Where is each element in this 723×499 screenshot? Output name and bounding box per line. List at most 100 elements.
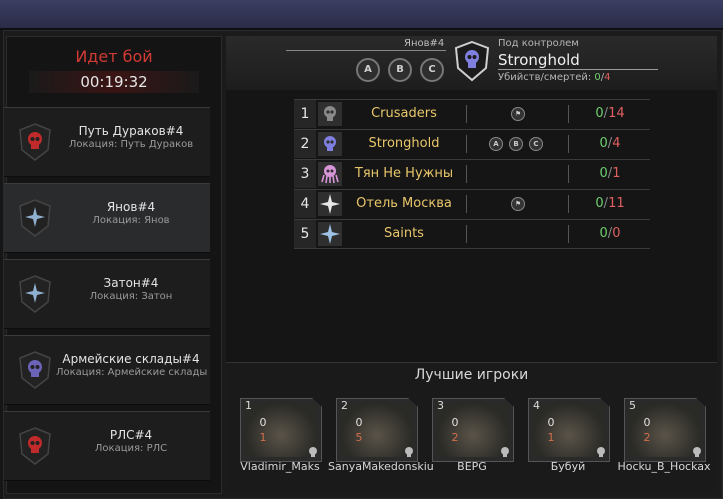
- divider: [568, 225, 569, 243]
- deaths-value: 11: [608, 196, 625, 211]
- clan-name: Stronghold: [368, 136, 440, 151]
- player-card[interactable]: 4 0 1: [528, 398, 610, 462]
- deaths-value: 5: [355, 431, 363, 444]
- score: 0/1: [570, 160, 650, 188]
- kills-value: 0: [355, 416, 363, 429]
- skull-icon: [693, 447, 701, 457]
- table-row: 1 Crusaders ⚑ 0/14: [294, 99, 650, 128]
- location-name: Затон#4: [103, 276, 159, 290]
- table-row: 5 Saints 0/0: [294, 219, 650, 249]
- location-item[interactable]: РЛС#4 Локация: РЛС: [4, 411, 210, 481]
- blue-star-icon: [19, 275, 51, 313]
- kills-value: 0: [451, 416, 459, 429]
- player-rank: 4: [533, 399, 540, 412]
- skull-icon: [405, 447, 413, 457]
- kills-value: 0: [643, 416, 651, 429]
- rank: 4: [294, 190, 316, 218]
- kills-value: 0: [547, 416, 555, 429]
- table-row: 3 Тян Не Нужны 0/1: [294, 159, 650, 188]
- kills-value: 0: [595, 106, 604, 121]
- purple-skull-icon: [19, 351, 51, 389]
- rank: 3: [294, 160, 316, 188]
- deaths-value: 2: [451, 431, 459, 444]
- player-card[interactable]: 3 0 2: [432, 398, 514, 462]
- location-name: Янов#4: [106, 200, 156, 214]
- player-card[interactable]: 1 0 1: [240, 398, 322, 462]
- player-name: Vladimir_Maks: [240, 460, 320, 473]
- divider: [286, 50, 446, 51]
- clan-name: Crusaders: [371, 106, 437, 121]
- score: 0/4: [570, 130, 650, 158]
- deaths-value: 2: [643, 431, 651, 444]
- player-avatar: [437, 403, 509, 457]
- location-item[interactable]: Армейские склады#4 Локация: Армейские ск…: [4, 335, 210, 405]
- skull-icon: [309, 447, 317, 457]
- deaths-value: 1: [259, 431, 267, 444]
- location-subtitle: Локация: Путь Дураков: [68, 139, 194, 150]
- score: 0/0: [570, 220, 650, 248]
- location-item[interactable]: Путь Дураков#4 Локация: Путь Дураков: [4, 107, 210, 177]
- clan-name: Saints: [384, 226, 424, 241]
- player-name: SanyaMakedonskiu: [328, 460, 434, 473]
- player-name: BEPG: [457, 460, 487, 473]
- red-skull-icon: [19, 427, 51, 465]
- best-players-title: Лучшие игроки: [414, 367, 529, 383]
- kills-value: 0: [599, 166, 608, 181]
- player-avatar: [341, 403, 413, 457]
- skull-icon: [501, 447, 509, 457]
- deaths-value: 14: [608, 106, 625, 121]
- blue-star-icon: [318, 222, 342, 246]
- player-card[interactable]: 2 0 5: [336, 398, 418, 462]
- skull-icon: [597, 447, 605, 457]
- deaths-value: 1: [547, 431, 555, 444]
- location-subtitle: Локация: Затон: [89, 291, 173, 302]
- kills-value: 0: [595, 196, 604, 211]
- battle-status: Идет бой: [75, 47, 153, 66]
- capture-point-a: A: [356, 58, 380, 82]
- player-rank: 1: [245, 399, 252, 412]
- player-name: Бубуй: [550, 460, 586, 473]
- flag-icon: ⚑: [511, 107, 525, 121]
- rank: 2: [294, 130, 316, 158]
- player-avatar: [629, 403, 701, 457]
- battle-timer: 00:19:32: [29, 71, 199, 93]
- red-skull-icon: [19, 123, 51, 161]
- capture-point-c: C: [420, 58, 444, 82]
- pink-octopus-icon: [318, 162, 342, 186]
- flag-icon: ⚑: [511, 197, 525, 211]
- deaths-value: 1: [612, 166, 621, 181]
- table-row: 2 Stronghold A B C 0/4: [294, 129, 650, 158]
- point-a-icon: A: [489, 137, 503, 151]
- point-b-icon: B: [509, 137, 523, 151]
- clan-name: Тян Не Нужны: [354, 166, 454, 181]
- clan-name: Отель Москва: [356, 196, 452, 211]
- location-item[interactable]: Затон#4 Локация: Затон: [4, 259, 210, 329]
- player-card[interactable]: 5 0 2: [624, 398, 706, 462]
- table-row: 4 Отель Москва ⚑ 0/11: [294, 189, 650, 218]
- captured-points: ⚑: [467, 190, 567, 218]
- location-subtitle: Локация: Янов: [92, 215, 170, 226]
- captured-points: ⚑: [467, 100, 567, 128]
- location-name: Армейские склады#4: [62, 352, 200, 366]
- player-avatar: [245, 403, 317, 457]
- player-avatar: [533, 403, 605, 457]
- grey-skull-icon: [318, 102, 342, 126]
- deaths-value: 4: [604, 72, 611, 83]
- score: 0/14: [570, 100, 650, 128]
- captured-points: A B C: [467, 130, 567, 158]
- kills-deaths-stat: Убийств/смертей: 0/4: [498, 72, 611, 83]
- kd-label: Убийств/смертей:: [498, 72, 592, 83]
- deaths-value: 4: [612, 136, 621, 151]
- score: 0/11: [570, 190, 650, 218]
- window-title-bar: [0, 0, 723, 30]
- player-rank: 5: [629, 399, 636, 412]
- deaths-value: 0: [612, 226, 621, 241]
- location-name: Путь Дураков#4: [78, 124, 184, 138]
- kills-value: 0: [599, 226, 608, 241]
- location-subtitle: Локация: Армейские склады: [56, 367, 208, 378]
- divider: [568, 195, 569, 213]
- captured-points: [467, 220, 567, 248]
- header-location-name: Янов#4: [404, 38, 445, 49]
- location-item[interactable]: Янов#4 Локация: Янов: [4, 183, 210, 253]
- player-rank: 2: [341, 399, 348, 412]
